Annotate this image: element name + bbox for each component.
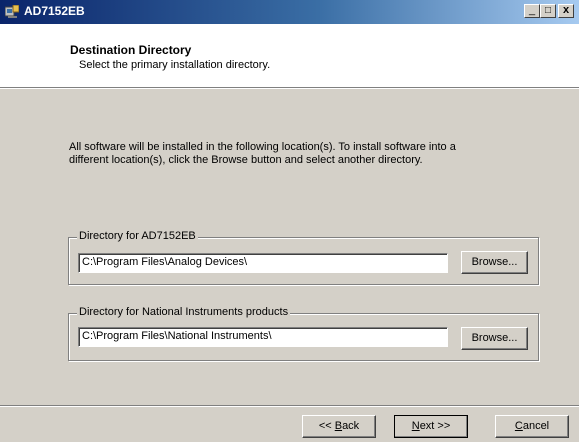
back-accelerator: B [334, 420, 343, 432]
maximize-button[interactable]: □ [540, 4, 556, 18]
installer-window: AD7152EB _ □ x Destination Directory Sel… [0, 0, 579, 442]
install-info-text: All software will be installed in the fo… [69, 141, 456, 166]
window-title: AD7152EB [24, 4, 85, 18]
ni-directory-field[interactable]: C:\Program Files\National Instruments\ [78, 327, 448, 347]
header-divider [0, 88, 579, 89]
page-title: Destination Directory [70, 43, 192, 57]
next-accelerator: N [411, 420, 420, 432]
ni-directory-group: Directory for National Instruments produ… [68, 306, 539, 361]
cancel-accelerator: C [514, 420, 523, 432]
cancel-button[interactable]: Cancel [495, 415, 569, 438]
title-bar[interactable]: AD7152EB _ □ x [0, 0, 579, 24]
minimize-button[interactable]: _ [524, 4, 540, 18]
browse-button-ni[interactable]: Browse... [461, 327, 528, 350]
header-panel: Destination Directory Select the primary… [0, 24, 579, 88]
next-rest: ext >> [419, 420, 451, 432]
ad7152eb-directory-field[interactable]: C:\Program Files\Analog Devices\ [78, 253, 448, 273]
bottom-divider [0, 405, 579, 407]
close-button[interactable]: x [558, 4, 574, 18]
installer-app-icon [5, 5, 19, 18]
next-button[interactable]: Next >> [394, 415, 468, 438]
back-rest: ack [342, 420, 360, 432]
browse-button-ad7152eb[interactable]: Browse... [461, 251, 528, 274]
page-subtitle: Select the primary installation director… [79, 59, 271, 71]
group-legend: Directory for National Instruments produ… [77, 306, 291, 318]
back-button[interactable]: << Back [302, 415, 376, 438]
ad7152eb-directory-group: Directory for AD7152EB C:\Program Files\… [68, 230, 539, 285]
close-icon: x [562, 4, 570, 16]
title-bar-buttons: _ □ x [524, 4, 574, 20]
group-legend: Directory for AD7152EB [77, 230, 198, 242]
cancel-rest: ancel [522, 420, 550, 432]
back-prefix: << [318, 420, 335, 432]
maximize-icon: □ [544, 5, 552, 16]
minimize-icon: _ [528, 4, 536, 16]
